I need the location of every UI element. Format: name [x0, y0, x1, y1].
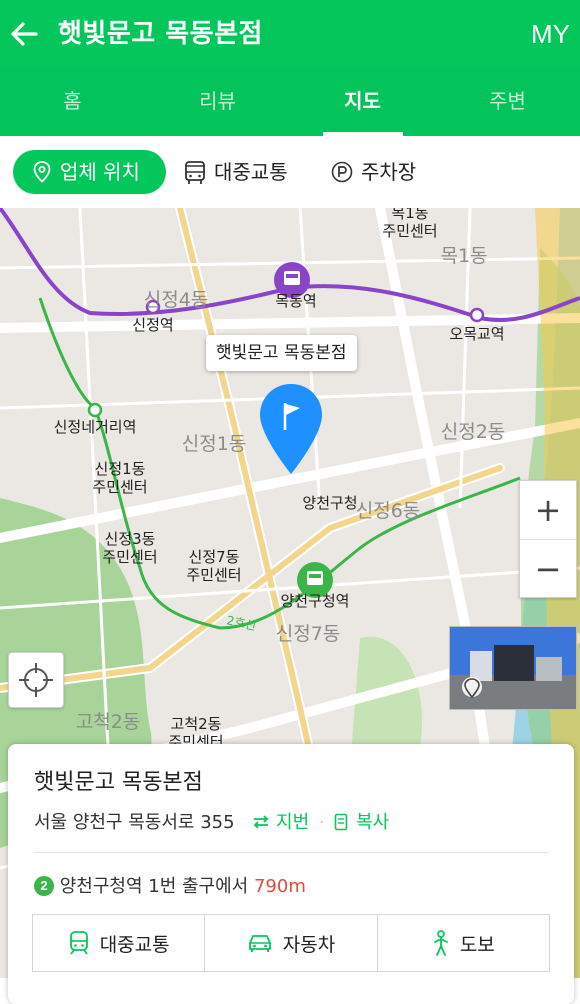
parking-chip[interactable]: 주차장: [331, 150, 441, 194]
jibun-label: 지번: [276, 812, 310, 833]
map-label: 신정역: [132, 316, 173, 334]
tab-reviews[interactable]: 리뷰: [145, 68, 290, 136]
parking-chip-label: 주차장: [361, 160, 417, 184]
district-label: 신정1동: [182, 433, 247, 455]
app-header: 햇빛문고 목동본점 MY: [0, 0, 580, 68]
district-label: 목1동: [440, 245, 487, 267]
map-label: 신정7동 주민센터: [186, 548, 241, 584]
address-text: 서울 양천구 목동서로 355: [34, 812, 235, 833]
walk-route-label: 도보: [459, 933, 495, 956]
current-location-button[interactable]: [8, 652, 64, 708]
tab-nearby[interactable]: 주변: [435, 68, 580, 136]
map-label: 신정네거리역: [54, 418, 137, 436]
map-label: 양천구청역: [280, 592, 349, 610]
district-label: 신정6동: [356, 500, 421, 522]
district-label: 신정4동: [144, 289, 209, 311]
walk-route-button[interactable]: 도보: [378, 915, 549, 971]
district-label: 고척2동: [76, 711, 141, 733]
back-button[interactable]: [6, 14, 46, 54]
location-pin-icon: [33, 161, 51, 183]
train-icon: [69, 931, 88, 955]
car-route-button[interactable]: 자동차: [205, 915, 378, 971]
bus-icon: [185, 161, 205, 184]
place-info-card: 햇빛문고 목동본점 서울 양천구 목동서로 355 지번 · 복사 2 양천구청…: [8, 744, 574, 1004]
crosshair-icon: [19, 663, 53, 697]
location-chip-label: 업체 위치: [60, 160, 140, 184]
back-arrow-icon: [11, 22, 38, 46]
parking-icon: [331, 161, 353, 183]
swap-icon: [254, 815, 269, 829]
page-title: 햇빛문고 목동본점: [58, 19, 263, 49]
tab-map[interactable]: 지도: [290, 68, 435, 136]
transit-chip-label: 대중교통: [214, 160, 288, 184]
district-label: 신정7동: [276, 623, 341, 645]
map-label: 목동역: [275, 292, 316, 310]
car-route-label: 자동차: [282, 933, 336, 956]
divider: [34, 852, 548, 853]
walking-person-icon: [433, 930, 448, 956]
zoom-control: + −: [519, 480, 577, 598]
subway-line-badge: 2: [34, 876, 54, 896]
location-chip[interactable]: 업체 위치: [13, 150, 166, 194]
zoom-out-button[interactable]: −: [520, 540, 576, 598]
map-label: 신정3동 주민센터: [102, 530, 157, 566]
place-name: 햇빛문고 목동본점: [34, 770, 203, 795]
address-row: 서울 양천구 목동서로 355 지번 · 복사: [34, 812, 390, 833]
copy-button[interactable]: 복사: [334, 812, 389, 833]
street-view-image: [450, 627, 576, 709]
car-icon: [248, 935, 271, 952]
tab-bar: 홈 리뷰 지도 주변: [0, 68, 580, 136]
tab-home[interactable]: 홈: [0, 68, 145, 136]
map-label: 신정1동 주민센터: [92, 460, 147, 496]
station-text: 양천구청역 1번 출구에서: [59, 876, 249, 897]
transit-chip[interactable]: 대중교통: [184, 150, 314, 194]
station-distance: 790m: [253, 876, 306, 897]
transit-route-label: 대중교통: [99, 933, 170, 956]
my-button[interactable]: MY: [531, 14, 570, 54]
jibun-toggle[interactable]: 지번: [252, 812, 315, 833]
street-view-thumbnail[interactable]: [449, 626, 577, 710]
copy-icon: [335, 813, 348, 831]
map-label: 오목교역: [449, 325, 504, 343]
nearest-station: 2 양천구청역 1번 출구에서 790m: [34, 872, 306, 898]
map-label: 양천구청: [302, 494, 357, 512]
transit-route-button[interactable]: 대중교통: [33, 915, 206, 971]
route-buttons: 대중교통 자동차 도보: [32, 914, 550, 972]
district-label: 신정2동: [441, 421, 506, 443]
place-callout[interactable]: 햇빛문고 목동본점: [206, 335, 357, 371]
copy-label: 복사: [356, 812, 390, 833]
zoom-in-button[interactable]: +: [520, 481, 576, 540]
